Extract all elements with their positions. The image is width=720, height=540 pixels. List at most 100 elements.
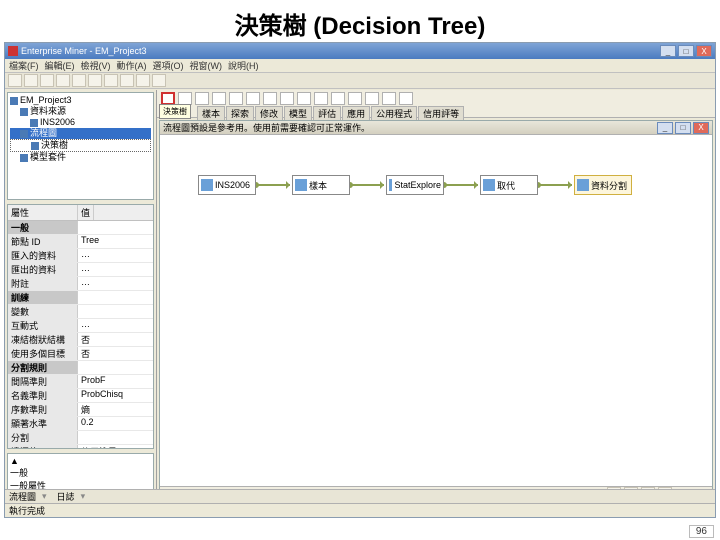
folder-icon xyxy=(20,108,28,116)
palette-tab[interactable]: 探索 xyxy=(226,106,254,121)
flow-connector[interactable] xyxy=(444,184,478,186)
property-row[interactable]: 顯著水準0.2 xyxy=(8,417,153,431)
canvas-close-button[interactable]: X xyxy=(693,122,709,134)
property-key: 顯著水準 xyxy=(8,417,78,430)
palette-button[interactable] xyxy=(280,92,294,105)
palette-button[interactable] xyxy=(212,92,226,105)
property-row[interactable]: 間隔準則ProbF xyxy=(8,375,153,389)
property-row[interactable]: 變數 xyxy=(8,305,153,319)
property-value[interactable]: 0.2 xyxy=(78,417,153,430)
toolbar-button[interactable] xyxy=(120,74,134,87)
toolbar-button[interactable] xyxy=(104,74,118,87)
property-value[interactable]: 否 xyxy=(78,347,153,360)
palette-button[interactable] xyxy=(246,92,260,105)
property-value[interactable]: … xyxy=(78,249,153,262)
flow-connector[interactable] xyxy=(350,184,384,186)
property-row[interactable]: 使用多個目標否 xyxy=(8,347,153,361)
toolbar-button[interactable] xyxy=(8,74,22,87)
property-row[interactable]: 節點 IDTree xyxy=(8,235,153,249)
maximize-button[interactable]: □ xyxy=(678,45,694,57)
toolbar-button[interactable] xyxy=(40,74,54,87)
palette-button[interactable] xyxy=(399,92,413,105)
left-column: EM_Project3 資料來源 INS2006 流程圖 決策樹 模型套件 屬性… xyxy=(5,90,157,503)
property-value[interactable]: ProbF xyxy=(78,375,153,388)
menu-window[interactable]: 視窗(W) xyxy=(190,59,223,72)
tree-item[interactable]: 模型套件 xyxy=(10,152,151,163)
property-row[interactable]: 遺漏值使用搜尋 xyxy=(8,445,153,449)
palette-tab[interactable]: 應用 xyxy=(342,106,370,121)
property-row[interactable]: 附註… xyxy=(8,277,153,291)
property-value[interactable] xyxy=(78,305,153,318)
property-row[interactable]: 匯出的資料… xyxy=(8,263,153,277)
properties-header: 屬性 值 xyxy=(8,205,153,221)
property-value[interactable]: … xyxy=(78,319,153,332)
palette-tab[interactable]: 修改 xyxy=(255,106,283,121)
minimize-button[interactable]: _ xyxy=(660,45,676,57)
property-key: 匯出的資料 xyxy=(8,263,78,276)
property-value[interactable]: Tree xyxy=(78,235,153,248)
toolbar-button[interactable] xyxy=(152,74,166,87)
canvas-minimize-button[interactable]: _ xyxy=(657,122,673,134)
menu-options[interactable]: 選項(O) xyxy=(153,59,184,72)
palette-button[interactable] xyxy=(195,92,209,105)
property-key: 附註 xyxy=(8,277,78,290)
menu-help[interactable]: 說明(H) xyxy=(228,59,259,72)
property-value[interactable]: 否 xyxy=(78,333,153,346)
close-button[interactable]: X xyxy=(696,45,712,57)
menu-file[interactable]: 檔案(F) xyxy=(9,59,39,72)
menu-view[interactable]: 檢視(V) xyxy=(81,59,111,72)
property-key: 節點 ID xyxy=(8,235,78,248)
status-log[interactable]: 日誌 xyxy=(57,490,75,503)
canvas-maximize-button[interactable]: □ xyxy=(675,122,691,134)
property-row[interactable]: 分割 xyxy=(8,431,153,445)
flow-connector[interactable] xyxy=(538,184,572,186)
page-number: 96 xyxy=(689,525,714,538)
palette-button[interactable] xyxy=(365,92,379,105)
property-row[interactable]: 序數準則熵 xyxy=(8,403,153,417)
property-row[interactable]: 匯入的資料… xyxy=(8,249,153,263)
palette-tab[interactable]: 評估 xyxy=(313,106,341,121)
tree-item-selected[interactable]: 流程圖 xyxy=(10,128,151,139)
property-value[interactable]: 使用搜尋 xyxy=(78,445,153,449)
palette-button[interactable] xyxy=(348,92,362,105)
tree-item-focused[interactable]: 決策樹 xyxy=(10,139,151,152)
property-value[interactable]: ProbChisq xyxy=(78,389,153,402)
flow-node[interactable]: 資料分割 xyxy=(574,175,632,195)
flow-node[interactable]: 樣本 xyxy=(292,175,350,195)
tree-item[interactable]: 資料來源 xyxy=(10,106,151,117)
property-value[interactable]: 熵 xyxy=(78,403,153,416)
tree-item[interactable]: EM_Project3 xyxy=(10,95,151,106)
menu-edit[interactable]: 編輯(E) xyxy=(45,59,75,72)
flow-connector[interactable] xyxy=(256,184,290,186)
palette-button[interactable] xyxy=(263,92,277,105)
folder-icon xyxy=(10,97,18,105)
palette-button[interactable] xyxy=(331,92,345,105)
project-tree[interactable]: EM_Project3 資料來源 INS2006 流程圖 決策樹 模型套件 xyxy=(7,92,154,200)
flow-node[interactable]: 取代 xyxy=(480,175,538,195)
palette-tab[interactable]: 樣本 xyxy=(197,106,225,121)
property-row[interactable]: 名義準則ProbChisq xyxy=(8,389,153,403)
palette-button[interactable] xyxy=(382,92,396,105)
toolbar-button[interactable] xyxy=(56,74,70,87)
property-row[interactable]: 凍結樹狀結構否 xyxy=(8,333,153,347)
toolbar-button[interactable] xyxy=(24,74,38,87)
toolbar-button[interactable] xyxy=(136,74,150,87)
palette-tab[interactable]: 信用評等 xyxy=(418,106,464,121)
property-value[interactable] xyxy=(78,431,153,444)
tree-item[interactable]: INS2006 xyxy=(10,117,151,128)
palette-button[interactable] xyxy=(314,92,328,105)
palette-tab[interactable]: 模型 xyxy=(284,106,312,121)
palette-button[interactable] xyxy=(229,92,243,105)
property-value[interactable]: … xyxy=(78,277,153,290)
toolbar-button[interactable] xyxy=(72,74,86,87)
property-row[interactable]: 互動式… xyxy=(8,319,153,333)
diagram-canvas[interactable]: INS2006 樣本 StatExplore 取代 資料分割 xyxy=(160,135,712,486)
properties-panel[interactable]: 屬性 值 一般節點 IDTree匯入的資料…匯出的資料…附註…訓練變數互動式…凍… xyxy=(7,204,154,449)
toolbar-button[interactable] xyxy=(88,74,102,87)
menu-action[interactable]: 動作(A) xyxy=(117,59,147,72)
flow-node[interactable]: INS2006 xyxy=(198,175,256,195)
flow-node[interactable]: StatExplore xyxy=(386,175,444,195)
property-value[interactable]: … xyxy=(78,263,153,276)
palette-tab[interactable]: 公用程式 xyxy=(371,106,417,121)
palette-button[interactable] xyxy=(297,92,311,105)
